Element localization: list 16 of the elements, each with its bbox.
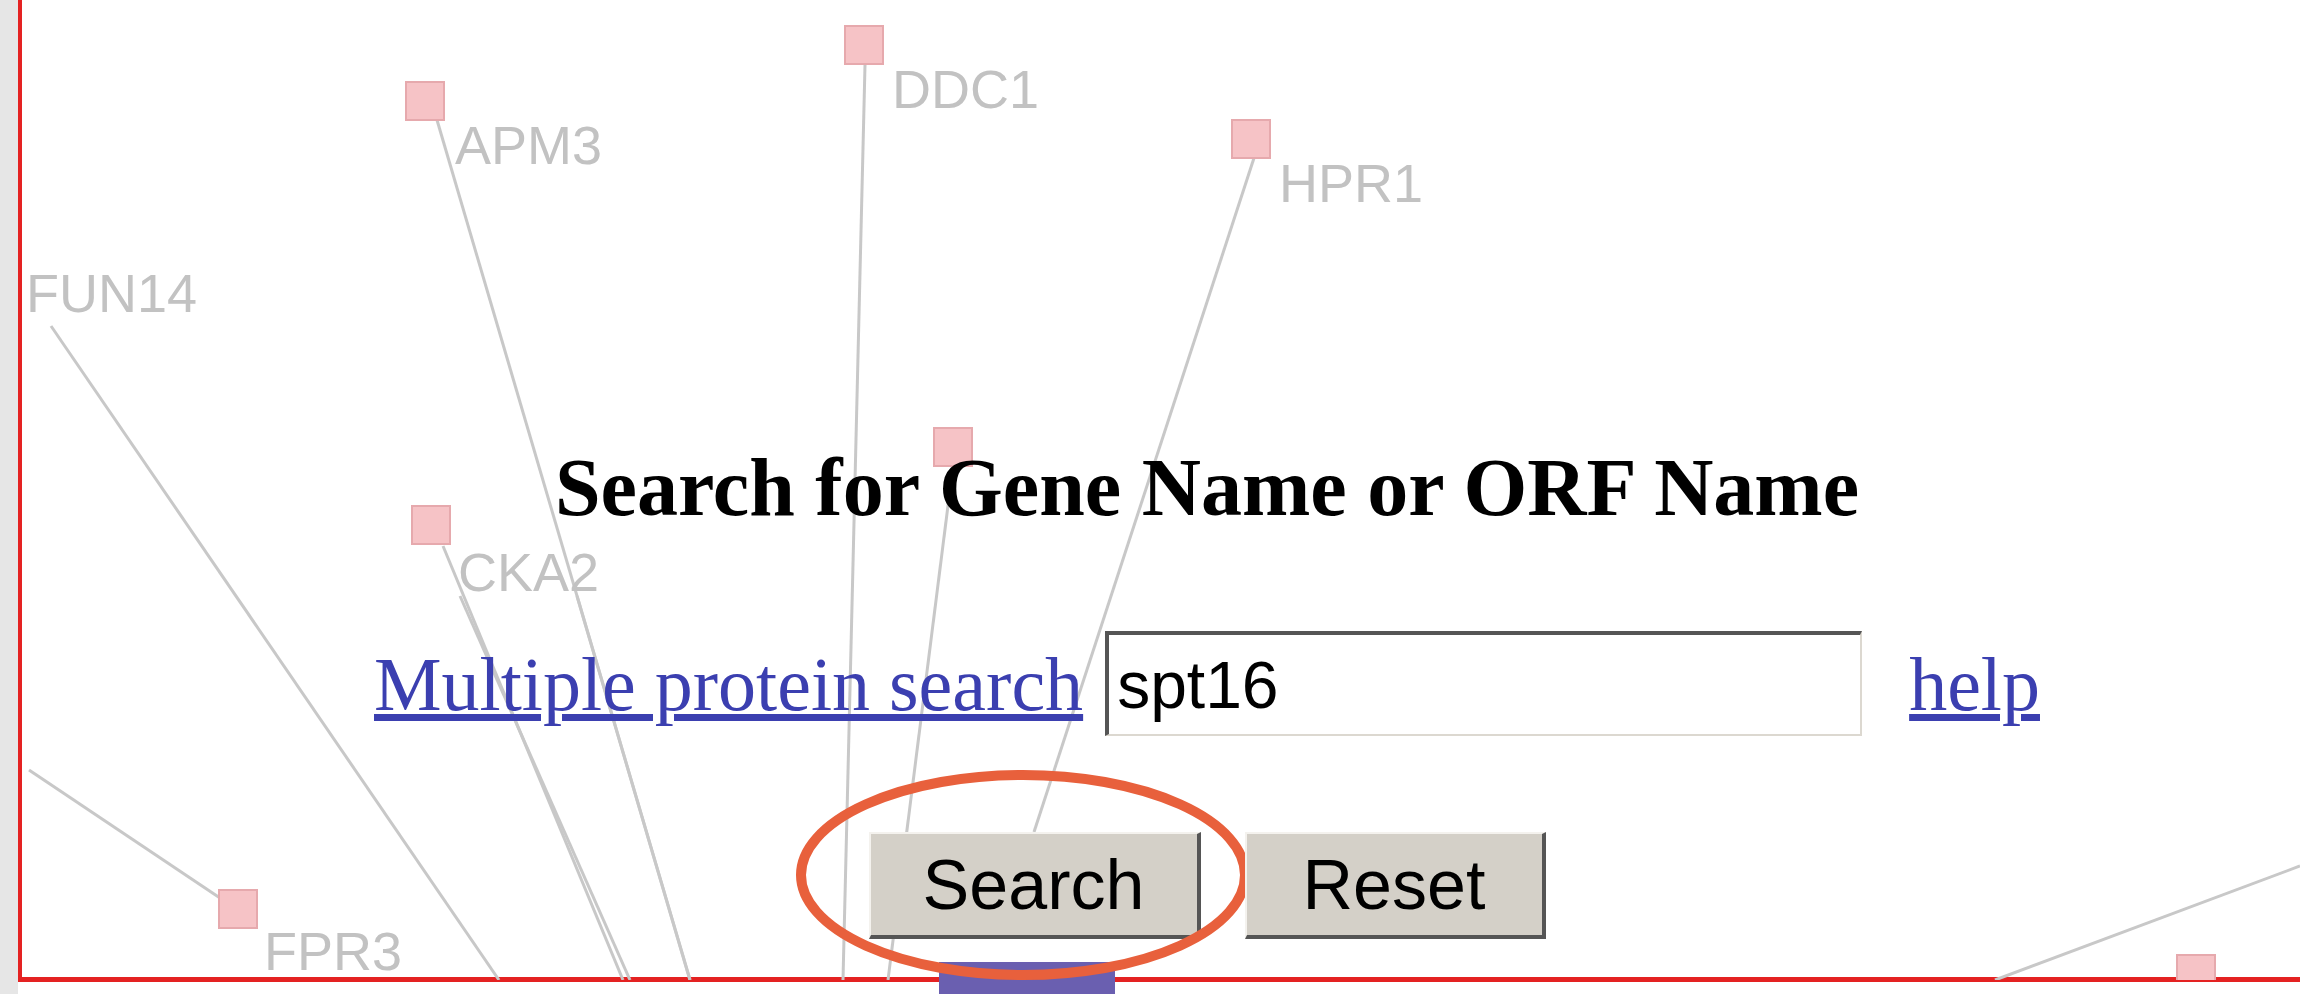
node-label: FPR3 bbox=[264, 921, 403, 980]
form-button[interactable]: Reset bbox=[1244, 832, 1546, 939]
node-marker bbox=[411, 505, 451, 545]
form-button[interactable]: Search bbox=[868, 832, 1201, 939]
node-label: CKA2 bbox=[458, 542, 600, 602]
search-heading: Search for Gene Name or ORF Name bbox=[554, 447, 1860, 529]
node-marker bbox=[218, 889, 258, 929]
node-label: FUN14 bbox=[26, 263, 198, 323]
query-field[interactable]: spt16 bbox=[1105, 631, 1863, 736]
node-label: HPR1 bbox=[1279, 153, 1424, 213]
node-marker bbox=[844, 25, 884, 65]
node-label: APM3 bbox=[455, 115, 603, 175]
node-label: DDC1 bbox=[892, 59, 1040, 119]
node-marker bbox=[405, 81, 445, 121]
node-marker bbox=[2176, 954, 2216, 980]
node-marker bbox=[1231, 119, 1271, 159]
